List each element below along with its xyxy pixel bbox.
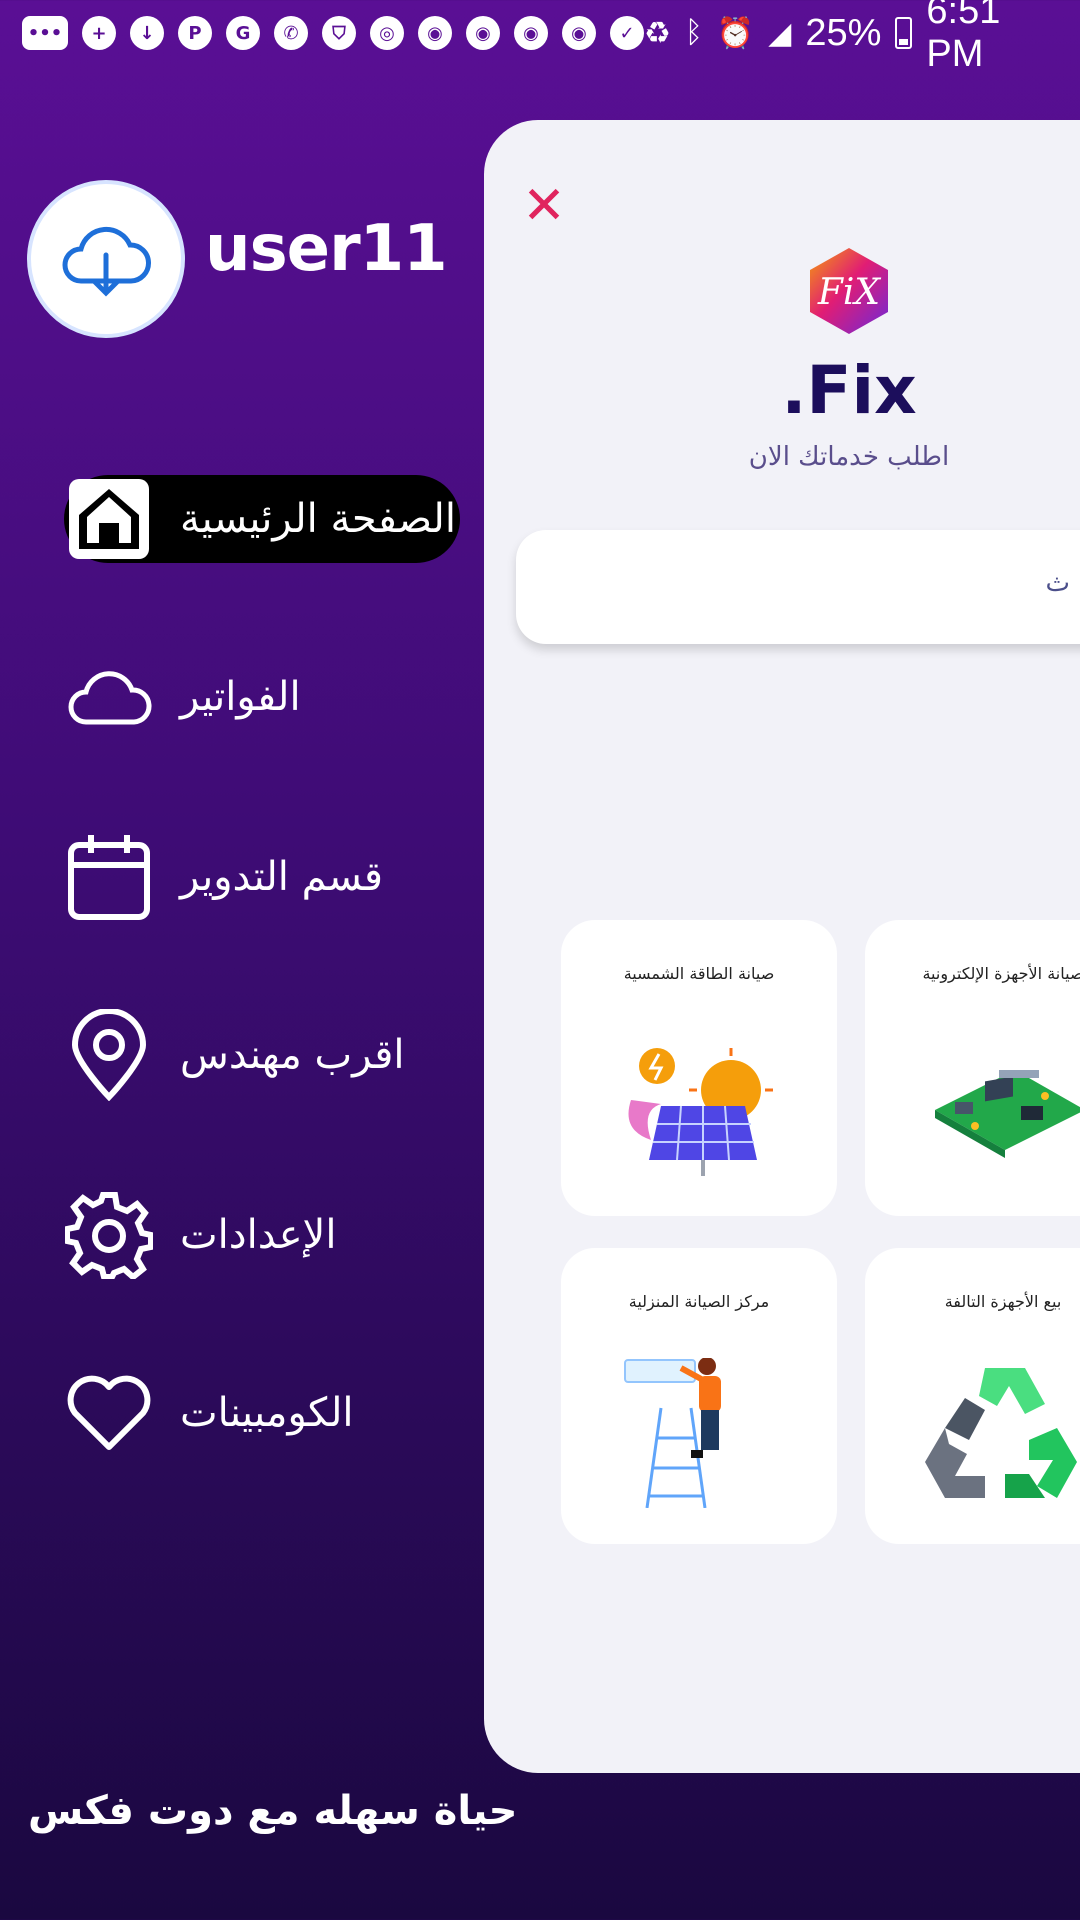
service-card-solar[interactable]: صيانة الطاقة الشمسية xyxy=(561,920,837,1216)
solar-panel-icon xyxy=(628,1048,773,1176)
circuit-board-icon xyxy=(935,1070,1080,1158)
card-title: بيع الأجهزة التالفة xyxy=(944,1292,1062,1311)
menu-item-combinations[interactable]: الكومبينات xyxy=(64,1368,354,1458)
notification-icons: ••• + ↓ P G ✆ ⛉ ◎ ◉ ◉ ◉ ◉ ✓ xyxy=(22,16,644,50)
add-contact-icon: + xyxy=(82,16,116,50)
gear-icon xyxy=(64,1190,154,1280)
search-input[interactable]: ث xyxy=(516,530,1080,644)
shield-icon: ⛉ xyxy=(322,16,356,50)
home-icon xyxy=(64,474,154,564)
calendar-icon xyxy=(64,832,154,922)
ac-technician-icon xyxy=(624,1358,721,1508)
search-placeholder: ث xyxy=(1045,568,1070,598)
chrome-icon: ◉ xyxy=(418,16,452,50)
menu-label-home: الصفحة الرئيسية xyxy=(180,496,456,542)
menu-item-nearest-engineer[interactable]: اقرب مهندس xyxy=(64,1009,405,1101)
menu-item-invoices[interactable]: الفواتير xyxy=(64,652,301,742)
avatar-upload[interactable] xyxy=(27,180,185,338)
messages-icon: ••• xyxy=(22,16,68,50)
clock: 6:51 PM xyxy=(926,0,1001,75)
chrome-icon-2: ◉ xyxy=(466,16,500,50)
service-card-home-maintenance[interactable]: مركز الصيانة المنزلية xyxy=(561,1248,837,1544)
chrome-icon-3: ◉ xyxy=(514,16,548,50)
status-bar: ••• + ↓ P G ✆ ⛉ ◎ ◉ ◉ ◉ ◉ ✓ ♻ ᛒ ⏰ ◢ 25% … xyxy=(0,0,1080,75)
brand-title: .Fix xyxy=(781,352,917,429)
service-card-sell-devices[interactable]: بيع الأجهزة التالفة xyxy=(865,1248,1080,1544)
service-card-electronics[interactable]: صيانة الأجهزة الإلكترونية xyxy=(865,920,1080,1216)
pinterest-icon: P xyxy=(178,16,212,50)
menu-item-settings[interactable]: الإعدادات xyxy=(64,1190,336,1280)
battery-percent: 25% xyxy=(805,11,882,54)
battery-icon xyxy=(895,17,913,49)
brand-subtitle: اطلب خدماتك الان xyxy=(748,442,950,472)
username: user11 xyxy=(205,212,448,286)
card-title: صيانة الطاقة الشمسية xyxy=(623,964,775,983)
cloud-download-icon xyxy=(62,227,151,297)
heart-icon xyxy=(64,1368,154,1458)
tagline: حياة سهله مع دوت فكس xyxy=(28,1788,518,1834)
card-title: صيانة الأجهزة الإلكترونية xyxy=(922,964,1080,983)
cloud-icon xyxy=(64,652,154,742)
system-status: ♻ ᛒ ⏰ ◢ 25% 6:51 PM xyxy=(644,0,1058,76)
download-icon: ↓ xyxy=(130,16,164,50)
menu-label-nearest-engineer: اقرب مهندس xyxy=(180,1032,405,1078)
svg-text:FiX: FiX xyxy=(817,272,882,313)
location-pin-icon xyxy=(64,1009,154,1101)
menu-label-invoices: الفواتير xyxy=(180,674,301,720)
menu-item-recycling[interactable]: قسم التدوير xyxy=(64,832,383,922)
card-title: مركز الصيانة المنزلية xyxy=(628,1292,770,1311)
menu-label-recycling: قسم التدوير xyxy=(180,854,384,900)
fix-logo: FiX xyxy=(810,248,888,334)
main-panel[interactable]: ✕ FiX .Fix اطلب خدماتك الان ث صيانة الطا… xyxy=(484,120,1080,1773)
recycle-icon xyxy=(925,1368,1077,1498)
menu-item-home[interactable]: الصفحة الرئيسية xyxy=(64,475,460,563)
signal-icon: ◢ xyxy=(768,16,792,50)
sync-icon: ◎ xyxy=(370,16,404,50)
galaxy-store-icon: G xyxy=(226,16,260,50)
chrome-icon-4: ◉ xyxy=(562,16,596,50)
menu-label-combinations: الكومبينات xyxy=(180,1390,354,1436)
menu-label-settings: الإعدادات xyxy=(180,1212,337,1258)
phone-icon: ✆ xyxy=(274,16,308,50)
check-icon: ✓ xyxy=(610,16,644,50)
battery-saver-icon: ♻ xyxy=(644,16,671,50)
bluetooth-icon: ᛒ xyxy=(684,16,703,49)
close-icon[interactable]: ✕ xyxy=(520,180,568,232)
alarm-icon: ⏰ xyxy=(716,16,755,50)
